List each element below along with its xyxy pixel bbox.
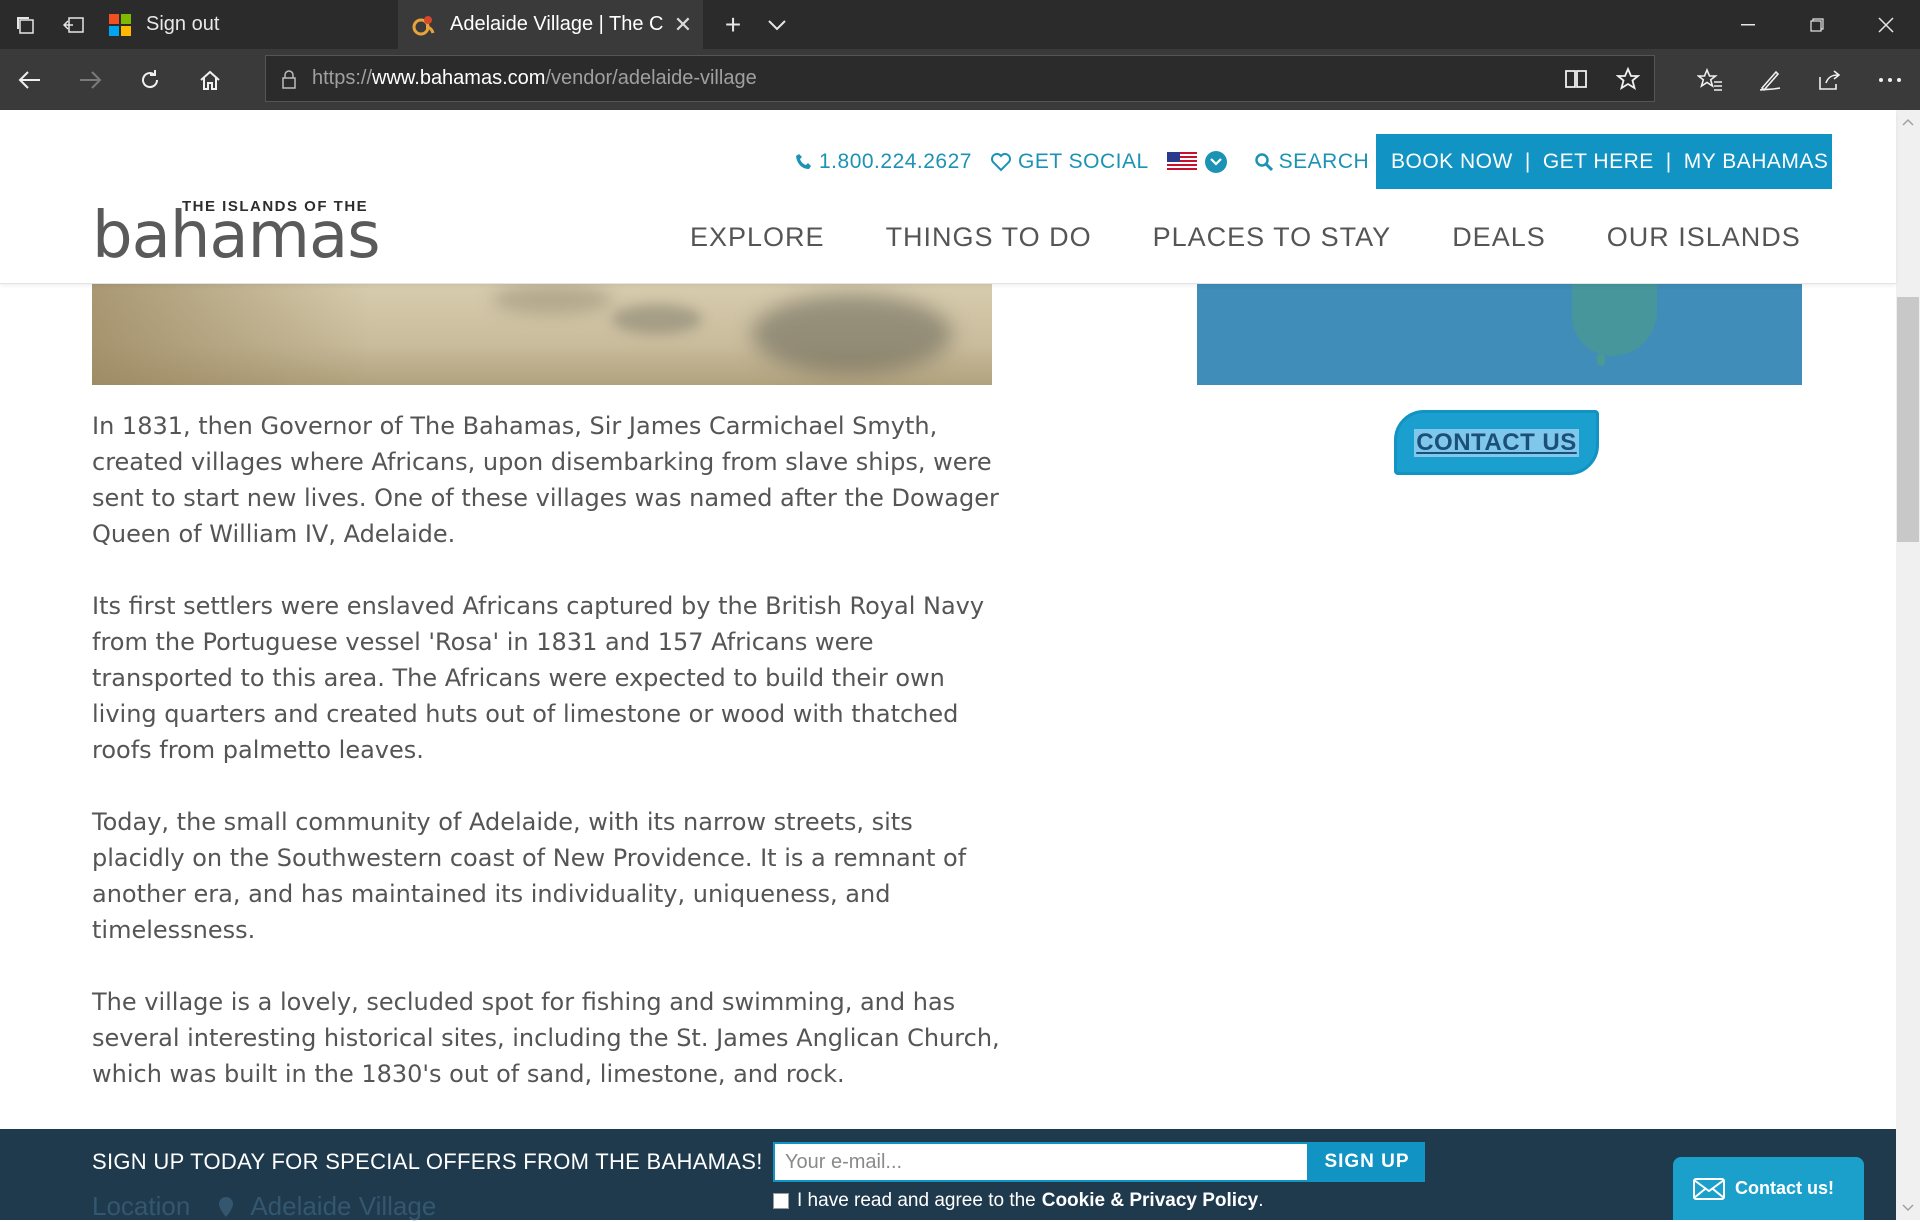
booking-links: BOOK NOW | GET HERE | MY BAHAMAS bbox=[1376, 134, 1832, 189]
separator: | bbox=[1665, 149, 1672, 173]
separator: | bbox=[1524, 149, 1531, 173]
consent-checkbox[interactable] bbox=[773, 1193, 789, 1209]
contact-us-button[interactable]: CONTACT US bbox=[1394, 410, 1599, 475]
nav-our-islands[interactable]: OUR ISLANDS bbox=[1607, 222, 1801, 253]
browser-toolbar-right bbox=[1680, 49, 1920, 110]
browser-tab-bar: Sign out Adelaide Village | The C ✕ + bbox=[0, 0, 1920, 49]
url-host: www.bahamas.com bbox=[372, 67, 546, 89]
nav-deals[interactable]: DEALS bbox=[1452, 222, 1546, 253]
consent-text-end: . bbox=[1258, 1190, 1264, 1211]
heart-icon bbox=[990, 153, 1011, 172]
favorite-star-icon[interactable] bbox=[1602, 56, 1654, 101]
envelope-icon bbox=[1693, 1177, 1725, 1200]
tab-sign-out[interactable]: Sign out bbox=[98, 0, 398, 49]
logo-wordmark: bahamas bbox=[92, 199, 381, 273]
map-pin-icon bbox=[219, 1196, 234, 1217]
beach-hero-image bbox=[92, 284, 992, 385]
nav-places-to-stay[interactable]: PLACES TO STAY bbox=[1153, 222, 1392, 253]
share-icon[interactable] bbox=[1800, 49, 1860, 110]
location-section-behind: Location Adelaide Village bbox=[92, 1191, 436, 1222]
get-here-link[interactable]: GET HERE bbox=[1543, 150, 1654, 174]
location-heading: Location bbox=[92, 1191, 191, 1221]
lock-icon[interactable] bbox=[266, 69, 312, 89]
us-flag-icon[interactable] bbox=[1166, 152, 1197, 172]
url-field[interactable]: https://www.bahamas.com/vendor/adelaide-… bbox=[265, 55, 1655, 102]
article-paragraph: In 1831, then Governor of The Bahamas, S… bbox=[92, 412, 999, 548]
article-paragraph: The village is a lovely, secluded spot f… bbox=[92, 988, 1000, 1088]
url-path: /vendor/adelaide-village bbox=[545, 67, 757, 89]
favorites-hub-icon[interactable] bbox=[1680, 49, 1740, 110]
url-scheme: https:// bbox=[312, 67, 373, 89]
contact-float-button[interactable]: Contact us! bbox=[1673, 1157, 1864, 1220]
vertical-scrollbar[interactable] bbox=[1896, 110, 1920, 1220]
book-now-link[interactable]: BOOK NOW bbox=[1391, 150, 1513, 174]
search-label: SEARCH bbox=[1278, 150, 1370, 173]
get-social-link[interactable]: GET SOCIAL bbox=[990, 150, 1149, 174]
close-tab-icon[interactable]: ✕ bbox=[663, 12, 703, 38]
browser-address-bar: https://www.bahamas.com/vendor/adelaide-… bbox=[0, 49, 1920, 110]
privacy-consent: I have read and agree to the Cookie & Pr… bbox=[773, 1190, 1264, 1212]
article-paragraph: Today, the small community of Adelaide, … bbox=[92, 808, 967, 944]
search-icon bbox=[1254, 153, 1273, 171]
signup-promo-text: SIGN UP TODAY FOR SPECIAL OFFERS FROM TH… bbox=[92, 1149, 763, 1174]
chevron-down-icon[interactable] bbox=[755, 0, 799, 49]
email-input[interactable] bbox=[773, 1142, 1309, 1182]
refresh-icon[interactable] bbox=[120, 49, 180, 110]
tab-title: Adelaide Village | The C bbox=[450, 13, 663, 35]
contact-float-label: Contact us! bbox=[1735, 1178, 1834, 1198]
my-bahamas-link[interactable]: MY BAHAMAS bbox=[1684, 150, 1829, 174]
get-social-label: GET SOCIAL bbox=[1017, 150, 1149, 173]
forward-arrow-icon[interactable] bbox=[60, 49, 120, 110]
nav-things-to-do[interactable]: THINGS TO DO bbox=[886, 222, 1092, 253]
article-body: In 1831, then Governor of The Bahamas, S… bbox=[92, 408, 1002, 1128]
tab-adelaide-village[interactable]: Adelaide Village | The C ✕ bbox=[398, 0, 703, 49]
contact-us-label: CONTACT US bbox=[1414, 428, 1579, 457]
scroll-down-icon[interactable] bbox=[1896, 1196, 1920, 1220]
minimize-icon[interactable] bbox=[1713, 0, 1782, 49]
site-header: THE ISLANDS OF THE bahamas 1.800.224.262… bbox=[0, 110, 1896, 284]
home-icon[interactable] bbox=[180, 49, 240, 110]
url-text[interactable]: https://www.bahamas.com/vendor/adelaide-… bbox=[312, 67, 1550, 90]
utility-nav: 1.800.224.2627 GET SOCIAL SEARCH bbox=[795, 134, 1387, 190]
language-dropdown-icon[interactable] bbox=[1204, 151, 1227, 173]
scrollbar-thumb[interactable] bbox=[1897, 297, 1919, 542]
search-link[interactable]: SEARCH bbox=[1254, 150, 1370, 174]
more-options-icon[interactable] bbox=[1860, 49, 1920, 110]
tab-preview-icon[interactable] bbox=[0, 0, 49, 49]
close-window-icon[interactable] bbox=[1851, 0, 1920, 49]
sign-up-button[interactable]: SIGN UP bbox=[1309, 1142, 1425, 1182]
phone-icon bbox=[796, 154, 811, 169]
back-arrow-icon[interactable] bbox=[0, 49, 60, 110]
bahamas-favicon-icon bbox=[412, 15, 435, 35]
phone-number: 1.800.224.2627 bbox=[819, 150, 972, 173]
location-map-image[interactable] bbox=[1197, 284, 1802, 385]
reading-view-icon[interactable] bbox=[1550, 56, 1602, 101]
bahamas-logo[interactable]: THE ISLANDS OF THE bahamas bbox=[92, 198, 381, 268]
restore-icon[interactable] bbox=[1782, 0, 1851, 49]
newsletter-signup-bar: Location Adelaide Village SIGN UP TODAY … bbox=[0, 1129, 1896, 1222]
microsoft-logo-icon bbox=[109, 13, 131, 36]
article-paragraph: Its first settlers were enslaved African… bbox=[92, 592, 985, 764]
tab-title: Sign out bbox=[146, 13, 220, 35]
window-controls bbox=[1713, 0, 1920, 49]
new-tab-icon[interactable]: + bbox=[711, 0, 755, 49]
set-aside-tabs-icon[interactable] bbox=[49, 0, 98, 49]
phone-link[interactable]: 1.800.224.2627 bbox=[795, 150, 972, 174]
main-nav: EXPLORE THINGS TO DO PLACES TO STAY DEAL… bbox=[690, 222, 1801, 253]
consent-text: I have read and agree to the bbox=[797, 1190, 1036, 1211]
privacy-policy-link[interactable]: Cookie & Privacy Policy bbox=[1042, 1190, 1259, 1212]
scroll-up-icon[interactable] bbox=[1896, 110, 1920, 134]
nav-explore[interactable]: EXPLORE bbox=[690, 222, 825, 253]
location-value: Adelaide Village bbox=[250, 1191, 437, 1221]
pen-notes-icon[interactable] bbox=[1740, 49, 1800, 110]
